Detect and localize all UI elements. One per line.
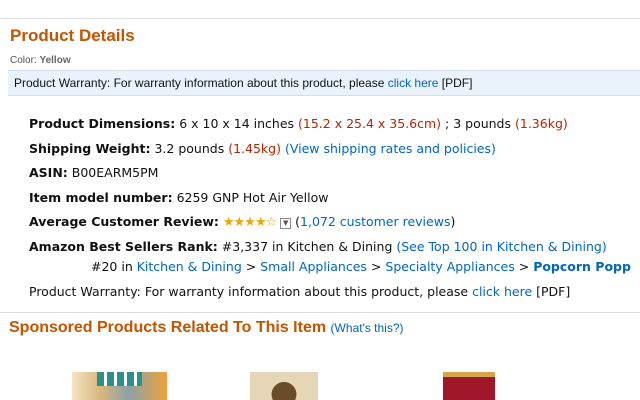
rank-label: Amazon Best Sellers Rank: xyxy=(29,238,218,254)
model-label: Item model number: xyxy=(29,189,173,205)
top-100-link[interactable]: (See Top 100 in Kitchen & Dining) xyxy=(396,239,606,254)
asin-row: ASIN: B00EARM5PM xyxy=(29,164,607,189)
category-link-kitchen[interactable]: Kitchen & Dining xyxy=(137,259,242,274)
category-link-popcorn[interactable]: Popcorn Popp xyxy=(533,259,631,274)
review-row: Average Customer Review: ★★★★☆ ▼ (1,072 … xyxy=(29,213,607,238)
section-divider xyxy=(0,312,640,313)
warranty-line: Product Warranty: For warranty informati… xyxy=(29,284,570,299)
sponsored-heading: Sponsored Products Related To This Item … xyxy=(9,319,404,337)
asin-label: ASIN: xyxy=(29,165,68,180)
warranty-bar: Product Warranty: For warranty informati… xyxy=(8,70,640,96)
warranty-bar-pdf: [PDF] xyxy=(441,76,473,90)
dimensions-value: 6 x 10 x 14 inches xyxy=(179,116,295,131)
color-line: Color: Yellow xyxy=(10,55,71,66)
shipping-value: 3.2 pounds xyxy=(154,140,225,156)
category-sep: > xyxy=(370,259,382,274)
category-sep: > xyxy=(518,259,530,274)
package-stripe-pattern xyxy=(97,372,142,386)
model-value: 6259 GNP Hot Air Yellow xyxy=(176,189,329,205)
category-link-specialty[interactable]: Specialty Appliances xyxy=(385,259,514,274)
whats-this-link[interactable]: (What's this?) xyxy=(331,321,404,335)
star-rating-icon[interactable]: ★★★★☆ xyxy=(223,215,277,230)
sub-rank-row: #20 in Kitchen & Dining > Small Applianc… xyxy=(91,259,631,274)
warranty-text: Product Warranty: For warranty informati… xyxy=(29,284,469,299)
review-label: Average Customer Review: xyxy=(29,214,219,229)
sponsored-product-image[interactable] xyxy=(443,372,495,400)
product-details-heading: Product Details xyxy=(10,26,135,45)
review-count-close: ) xyxy=(450,214,456,229)
dimensions-label: Product Dimensions: xyxy=(29,116,176,131)
warranty-pdf: [PDF] xyxy=(536,284,571,299)
dimensions-sep: ; xyxy=(445,116,450,131)
category-sep: > xyxy=(245,259,257,274)
dimensions-weight: 3 pounds xyxy=(453,116,512,131)
sponsored-product-image[interactable] xyxy=(250,372,318,400)
color-value: Yellow xyxy=(39,55,71,66)
sponsored-product-image[interactable] xyxy=(72,372,167,400)
shipping-label: Shipping Weight: xyxy=(29,140,151,156)
product-details-list: Product Dimensions: 6 x 10 x 14 inches (… xyxy=(29,115,607,262)
customer-reviews-link[interactable]: 1,072 customer reviews xyxy=(300,214,450,229)
dimensions-weight-metric: (1.36kg) xyxy=(515,116,568,131)
asin-value: B00EARM5PM xyxy=(71,165,159,180)
category-link-small-appliances[interactable]: Small Appliances xyxy=(260,259,367,274)
rank-value: #3,337 in Kitchen & Dining xyxy=(221,238,393,254)
shipping-rates-link[interactable]: (View shipping rates and policies) xyxy=(285,141,496,156)
dimensions-row: Product Dimensions: 6 x 10 x 14 inches (… xyxy=(29,115,607,140)
warranty-bar-text: Product Warranty: For warranty informati… xyxy=(14,76,385,90)
top-divider xyxy=(0,18,640,19)
warranty-link[interactable]: click here xyxy=(472,284,532,299)
color-label: Color: xyxy=(10,55,37,66)
model-row: Item model number: 6259 GNP Hot Air Yell… xyxy=(29,189,607,214)
sponsored-title: Sponsored Products Related To This Item xyxy=(9,319,327,336)
warranty-bar-link[interactable]: click here xyxy=(388,76,439,90)
dimensions-metric: (15.2 x 25.4 x 35.6cm) xyxy=(298,116,442,131)
sub-rank-value: #20 in xyxy=(91,259,133,274)
chevron-down-icon[interactable]: ▼ xyxy=(280,218,292,229)
shipping-row: Shipping Weight: 3.2 pounds (1.45kg) (Vi… xyxy=(29,140,607,165)
shipping-metric: (1.45kg) xyxy=(228,140,281,156)
